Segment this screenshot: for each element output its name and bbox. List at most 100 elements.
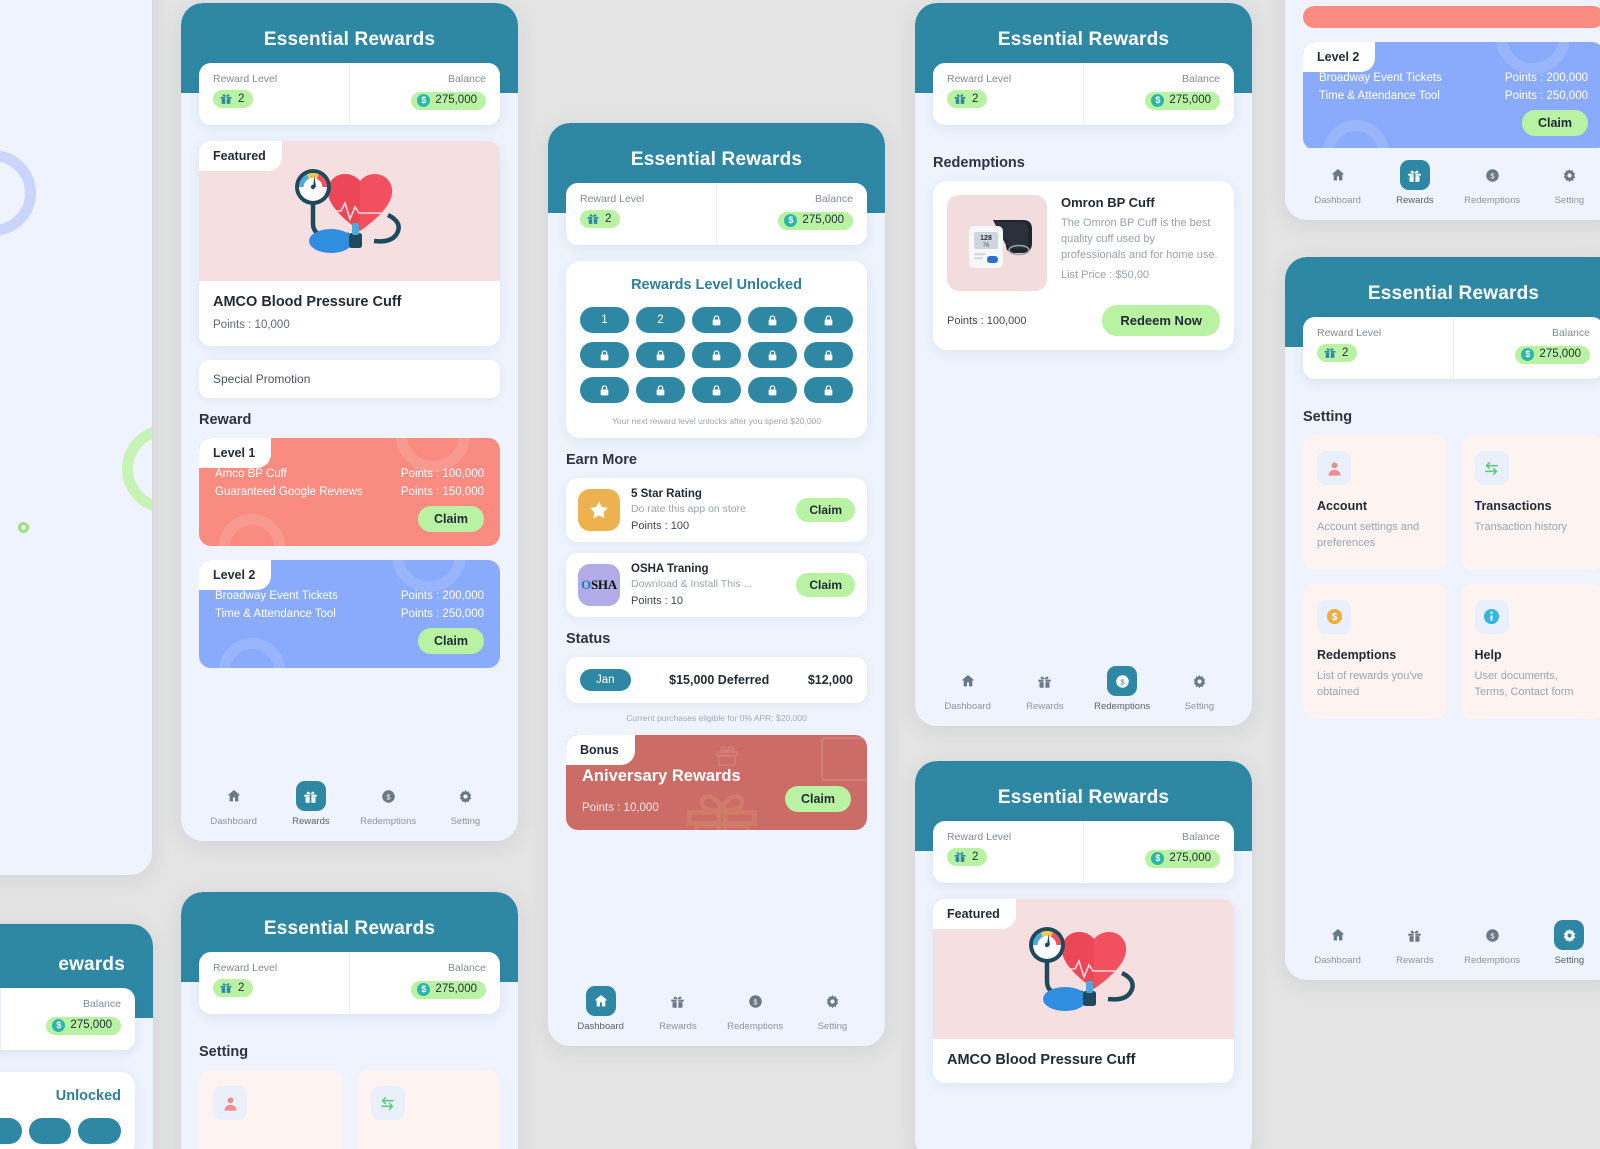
levels-title: Rewards Level Unlocked bbox=[631, 277, 802, 293]
nav-label: Rewards bbox=[1396, 195, 1434, 206]
featured-card[interactable]: Featured bbox=[933, 899, 1234, 1083]
featured-tag: Featured bbox=[199, 141, 282, 171]
level-chip-locked[interactable] bbox=[636, 377, 685, 403]
reward-level-card-2[interactable]: Level 2 Broadway Event Tickets Points : … bbox=[1303, 42, 1600, 150]
special-promotion-label: Special Promotion bbox=[213, 372, 311, 386]
level-reward-name: Time & Attendance Tool bbox=[1319, 90, 1440, 102]
balance-pill: $ 275,000 bbox=[1515, 345, 1590, 364]
level-chip-locked[interactable] bbox=[692, 377, 741, 403]
featured-card[interactable]: Featured bbox=[199, 141, 500, 346]
level-chip-locked[interactable] bbox=[748, 377, 797, 403]
level-chip-1[interactable]: 1 bbox=[580, 307, 629, 333]
level-chip[interactable] bbox=[0, 1118, 22, 1144]
nav-item-dashboard[interactable]: Dashboard bbox=[562, 986, 639, 1032]
nav-item-setting[interactable]: Setting bbox=[427, 781, 504, 827]
level-chip-locked[interactable] bbox=[804, 342, 853, 368]
nav-item-dashboard[interactable]: Dashboard bbox=[929, 666, 1006, 712]
nav-item-redemptions[interactable]: $ Redemptions bbox=[1454, 160, 1531, 206]
setting-card-account[interactable] bbox=[199, 1070, 343, 1149]
setting-card-transactions[interactable] bbox=[356, 1070, 500, 1149]
reward-level-card-1[interactable] bbox=[1303, 6, 1600, 28]
setting-card-transactions[interactable]: Transactions Transaction history bbox=[1460, 435, 1600, 570]
reward-level-card-1[interactable]: Level 1 Amco BP Cuff Points : 100,000 Gu… bbox=[199, 438, 500, 546]
level-chip-locked[interactable] bbox=[748, 307, 797, 333]
gear-icon bbox=[1554, 920, 1585, 950]
reward-level-pill: 2 bbox=[213, 90, 254, 108]
nav-item-rewards[interactable]: Rewards bbox=[1376, 920, 1453, 966]
level-chip-locked[interactable] bbox=[580, 377, 629, 403]
stats-bar: Reward Level 2 Balance $ 275,000 bbox=[933, 821, 1234, 883]
level-chip-locked[interactable] bbox=[804, 307, 853, 333]
nav-item-setting[interactable]: Setting bbox=[794, 986, 871, 1032]
level-chip[interactable] bbox=[78, 1118, 121, 1144]
nav-label: Redemptions bbox=[1464, 955, 1521, 966]
setting-card-desc: List of rewards you've obtained bbox=[1317, 669, 1424, 698]
welcome-brand: TIAL ds bbox=[0, 405, 152, 463]
earn-more-heading: Earn More bbox=[566, 452, 637, 468]
claim-button[interactable]: Claim bbox=[784, 786, 851, 812]
setting-card-redemptions[interactable]: $ Redemptions List of rewards you've obt… bbox=[1303, 583, 1447, 719]
redemption-item-card[interactable]: 128 76 Omron BP Cuff The Omron BP Cuff i… bbox=[933, 181, 1234, 350]
claim-button[interactable]: Claim bbox=[796, 498, 855, 522]
nav-item-rewards[interactable]: Rewards bbox=[272, 781, 349, 827]
reward-level-label: Reward Level bbox=[580, 193, 645, 205]
setting-card-help[interactable]: Help User documents, Terms, Contact form bbox=[1460, 583, 1600, 719]
status-amount: $12,000 bbox=[807, 673, 853, 687]
claim-button[interactable]: Claim bbox=[417, 628, 484, 654]
earn-more-item-osha[interactable]: O SHA OSHA Traning Download & Install Thi… bbox=[566, 553, 867, 617]
nav-item-rewards[interactable]: Rewards bbox=[1006, 666, 1083, 712]
nav-item-redemptions[interactable]: $ Redemptions bbox=[350, 781, 427, 827]
claim-button[interactable]: Claim bbox=[417, 506, 484, 532]
nav-item-setting[interactable]: Setting bbox=[1531, 160, 1600, 206]
nav-item-dashboard[interactable]: Dashboard bbox=[1299, 160, 1376, 206]
balance-value: 275,000 bbox=[1169, 94, 1211, 106]
deco-circle bbox=[1496, 42, 1570, 74]
nav-item-dashboard[interactable]: Dashboard bbox=[1299, 920, 1376, 966]
level-reward-points: Points : 250,000 bbox=[1504, 90, 1588, 102]
stat-balance: Balance $ 275,000 bbox=[1453, 317, 1600, 379]
nav-item-redemptions[interactable]: $ Redemptions bbox=[1084, 666, 1161, 712]
gift-icon bbox=[1400, 920, 1430, 950]
status-month-chip[interactable]: Jan bbox=[580, 669, 631, 691]
stat-balance: Balance $ 275,000 bbox=[716, 183, 867, 245]
level-chip-locked[interactable] bbox=[804, 377, 853, 403]
bottom-nav: Dashboard Rewards $ Redemptions Setting bbox=[181, 769, 518, 841]
setting-card-account[interactable]: Account Account settings and preferences bbox=[1303, 435, 1447, 570]
level-chip-2[interactable]: 2 bbox=[636, 307, 685, 333]
balance-value: 275,000 bbox=[1539, 348, 1581, 360]
nav-item-dashboard[interactable]: Dashboard bbox=[195, 781, 272, 827]
earn-more-item-rating[interactable]: 5 Star Rating Do rate this app on store … bbox=[566, 478, 867, 542]
redeem-now-button[interactable]: Redeem Now bbox=[1102, 305, 1220, 336]
svg-text:$: $ bbox=[1331, 613, 1337, 624]
gear-icon bbox=[1184, 666, 1214, 696]
nav-item-rewards[interactable]: Rewards bbox=[639, 986, 716, 1032]
deco-circle bbox=[392, 560, 466, 592]
level-chip[interactable] bbox=[28, 1118, 72, 1144]
reward-level-label: Reward Level bbox=[213, 962, 278, 974]
nav-item-setting[interactable]: Setting bbox=[1531, 920, 1600, 966]
nav-item-redemptions[interactable]: $ Redemptions bbox=[717, 986, 794, 1032]
stats-bar: Reward Level 2 Balance $ 275,000 bbox=[933, 63, 1234, 125]
level-chip-locked[interactable] bbox=[580, 342, 629, 368]
level-chip-locked[interactable] bbox=[692, 307, 741, 333]
nav-item-redemptions[interactable]: $ Redemptions bbox=[1454, 920, 1531, 966]
level-reward-name: Guaranteed Google Reviews bbox=[215, 486, 363, 498]
stats-bar: Reward Level 2 Balance $ 275,000 bbox=[199, 63, 500, 125]
nav-item-rewards[interactable]: Rewards bbox=[1376, 160, 1453, 206]
level-chip-locked[interactable] bbox=[692, 342, 741, 368]
osha-logo-icon: O SHA bbox=[578, 564, 620, 606]
balance-label: Balance bbox=[815, 193, 853, 205]
claim-button[interactable]: Claim bbox=[1521, 110, 1588, 136]
balance-pill: $ 275,000 bbox=[411, 91, 486, 110]
nav-item-setting[interactable]: Setting bbox=[1161, 666, 1238, 712]
level-reward-name: Broadway Event Tickets bbox=[1319, 72, 1442, 84]
lock-icon bbox=[768, 349, 777, 360]
level-reward-name: Broadway Event Tickets bbox=[215, 590, 338, 602]
special-promotion-row[interactable]: Special Promotion bbox=[199, 360, 500, 398]
level-chip-locked[interactable] bbox=[748, 342, 797, 368]
level-chip-locked[interactable] bbox=[636, 342, 685, 368]
reward-level-card-2[interactable]: Level 2 Broadway Event Tickets Points : … bbox=[199, 560, 500, 668]
bonus-card[interactable]: Bonus Aniversary Rewards Points : 10,000… bbox=[566, 735, 867, 830]
reward-level-pill: 2 bbox=[1317, 344, 1358, 362]
claim-button[interactable]: Claim bbox=[796, 573, 855, 597]
